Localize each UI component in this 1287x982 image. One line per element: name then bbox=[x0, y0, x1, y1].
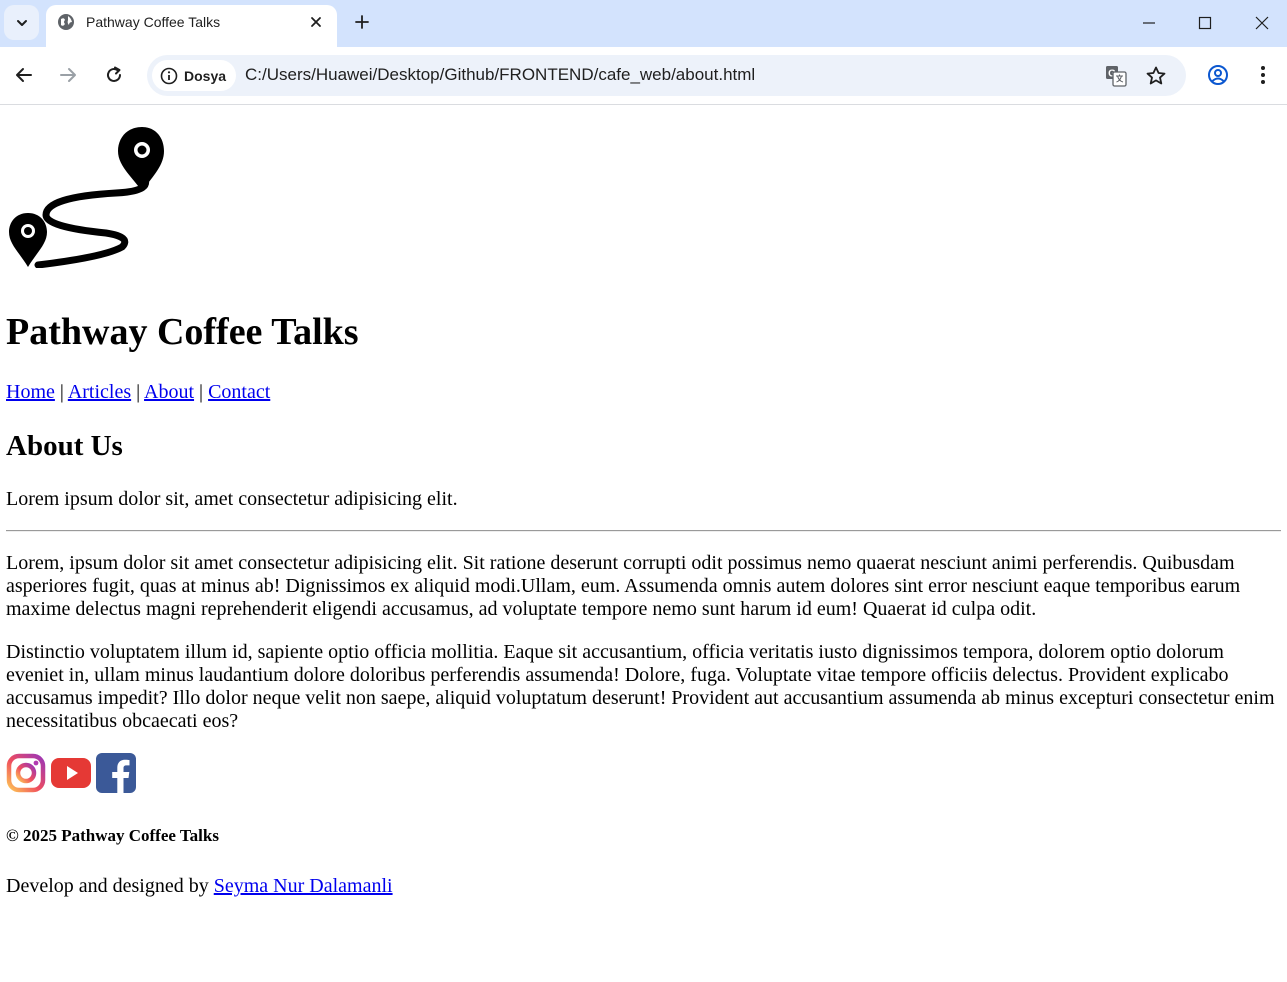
credit-line: Develop and designed by Seyma Nur Dalama… bbox=[6, 875, 393, 898]
translate-button[interactable]: G bbox=[1104, 64, 1128, 88]
intro-text: Lorem ipsum dolor sit, amet consectetur … bbox=[6, 488, 458, 510]
profile-button[interactable] bbox=[1203, 60, 1233, 90]
reload-button[interactable] bbox=[99, 60, 129, 90]
globe-icon bbox=[58, 14, 74, 30]
browser-tab-bar: Pathway Coffee Talks bbox=[0, 0, 1287, 47]
browser-toolbar: Dosya C:/Users/Huawei/Desktop/Github/FRO… bbox=[0, 47, 1287, 105]
nav-link-home[interactable]: Home bbox=[6, 381, 55, 403]
plus-icon bbox=[355, 15, 369, 29]
profile-icon bbox=[1208, 65, 1228, 85]
tab-close-button[interactable] bbox=[306, 12, 326, 32]
copyright-text: © 2025 Pathway Coffee Talks bbox=[6, 826, 219, 845]
window-close-button[interactable] bbox=[1247, 8, 1277, 38]
window-close-icon bbox=[1255, 16, 1269, 30]
browser-tab-active[interactable]: Pathway Coffee Talks bbox=[46, 5, 337, 47]
info-icon bbox=[160, 67, 178, 84]
minimize-button[interactable] bbox=[1134, 8, 1164, 38]
facebook-link[interactable] bbox=[96, 753, 136, 793]
forward-button[interactable] bbox=[53, 60, 83, 90]
reload-icon bbox=[107, 66, 121, 82]
url-text[interactable]: C:/Users/Huawei/Desktop/Github/FRONTEND/… bbox=[245, 65, 755, 85]
youtube-icon bbox=[51, 758, 91, 788]
site-chip-label: Dosya bbox=[184, 67, 227, 84]
address-bar[interactable]: Dosya C:/Users/Huawei/Desktop/Github/FRO… bbox=[147, 55, 1186, 96]
tab-title: Pathway Coffee Talks bbox=[86, 14, 221, 30]
minimize-icon bbox=[1143, 22, 1155, 24]
instagram-icon bbox=[6, 753, 46, 793]
maximize-button[interactable] bbox=[1190, 8, 1220, 38]
bookmark-button[interactable] bbox=[1144, 64, 1168, 88]
browser-menu-button[interactable] bbox=[1248, 60, 1278, 90]
translate-icon: G bbox=[1106, 66, 1127, 87]
nav-separator: | bbox=[199, 381, 204, 403]
back-arrow-icon bbox=[16, 68, 32, 82]
close-icon bbox=[311, 17, 321, 27]
forward-arrow-icon bbox=[60, 68, 76, 82]
route-map-pin-icon bbox=[9, 127, 164, 268]
site-title: Pathway Coffee Talks bbox=[6, 311, 359, 353]
new-tab-button[interactable] bbox=[351, 11, 373, 33]
chevron-down-icon bbox=[16, 19, 27, 26]
youtube-link[interactable] bbox=[51, 753, 91, 793]
facebook-icon bbox=[96, 753, 136, 793]
site-info-chip[interactable]: Dosya bbox=[152, 60, 236, 91]
nav-link-articles[interactable]: Articles bbox=[68, 381, 131, 403]
about-heading: About Us bbox=[6, 430, 123, 462]
back-button[interactable] bbox=[9, 60, 39, 90]
main-nav: Home | Articles | About | Contact bbox=[6, 381, 270, 404]
author-link[interactable]: Seyma Nur Dalamanli bbox=[214, 875, 393, 897]
social-links bbox=[6, 753, 136, 793]
nav-separator: | bbox=[59, 381, 64, 403]
maximize-icon bbox=[1198, 16, 1212, 30]
kebab-menu-icon bbox=[1261, 66, 1265, 84]
about-paragraph-1: Lorem, ipsum dolor sit amet consectetur … bbox=[6, 552, 1241, 620]
nav-link-contact[interactable]: Contact bbox=[208, 381, 270, 403]
tab-list-button[interactable] bbox=[4, 5, 39, 40]
instagram-link[interactable] bbox=[6, 753, 46, 793]
nav-link-about[interactable]: About bbox=[144, 381, 194, 403]
section-divider bbox=[6, 530, 1281, 532]
star-icon bbox=[1146, 66, 1166, 85]
credit-prefix: Develop and designed by bbox=[6, 875, 214, 897]
about-paragraph-2: Distinctio voluptatem illum id, sapiente… bbox=[6, 641, 1275, 732]
nav-separator: | bbox=[136, 381, 141, 403]
